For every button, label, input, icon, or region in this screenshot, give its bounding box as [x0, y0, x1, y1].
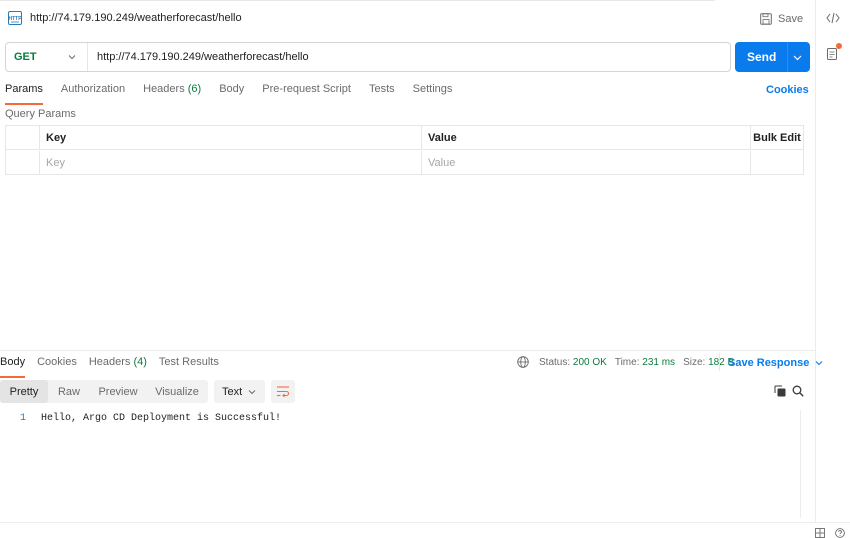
response-divider[interactable]	[0, 350, 815, 351]
status-value: 200 OK	[572, 357, 607, 368]
top-divider	[0, 0, 715, 1]
notification-dot	[836, 43, 842, 49]
key-input[interactable]: Key	[40, 151, 422, 175]
chevron-down-icon	[248, 390, 256, 395]
response-body-line: Hello, Argo CD Deployment is Successful!	[41, 413, 282, 424]
search-icon[interactable]	[792, 385, 804, 397]
format-label: Text	[222, 385, 243, 398]
tab-params[interactable]: Params	[5, 83, 43, 105]
layout-grid-icon[interactable]	[815, 527, 825, 538]
row-actions	[751, 151, 803, 175]
view-visualize[interactable]: Visualize	[146, 380, 208, 403]
response-tab-cookies[interactable]: Cookies	[37, 356, 77, 376]
request-tabs: Params Authorization Headers (6) Body Pr…	[5, 83, 470, 105]
method-label: GET	[14, 51, 37, 63]
response-view-toggle: Pretty Raw Preview Visualize	[0, 380, 208, 403]
line-number: 1	[20, 413, 27, 424]
url-bar: GET	[5, 42, 731, 72]
cookies-link[interactable]: Cookies	[766, 84, 809, 96]
view-pretty[interactable]: Pretty	[0, 380, 48, 403]
send-divider	[787, 42, 788, 72]
help-icon[interactable]	[835, 527, 845, 538]
save-button[interactable]: Save	[760, 11, 803, 27]
tab-pre-request-script[interactable]: Pre-request Script	[262, 83, 351, 103]
globe-icon[interactable]	[517, 356, 529, 368]
right-sidebar-divider	[815, 0, 816, 522]
method-select[interactable]: GET	[6, 43, 88, 71]
value-column-header: Value	[422, 126, 751, 150]
response-tab-headers[interactable]: Headers (4)	[89, 356, 147, 376]
save-response-divider	[719, 353, 720, 371]
tab-authorization[interactable]: Authorization	[61, 83, 125, 103]
format-select[interactable]: Text	[214, 380, 265, 403]
tab-body[interactable]: Body	[219, 83, 244, 103]
size-info[interactable]: Size: 182 B	[683, 357, 734, 368]
response-tabs: Body Cookies Headers (4) Test Results	[0, 356, 231, 378]
wrap-lines-button[interactable]	[271, 380, 295, 403]
wrap-lines-icon	[277, 386, 290, 398]
response-scrollbar[interactable]	[800, 410, 801, 518]
tab-tests[interactable]: Tests	[369, 83, 395, 103]
chevron-down-icon[interactable]	[793, 53, 802, 62]
bulk-edit-button[interactable]: Bulk Edit	[751, 126, 803, 150]
table-row: Key Value	[6, 151, 803, 175]
status-info[interactable]: Status: 200 OK	[539, 357, 607, 368]
time-value: 231 ms	[642, 357, 676, 368]
send-button[interactable]: Send	[735, 42, 810, 72]
copy-icon[interactable]	[774, 385, 786, 397]
save-label: Save	[778, 13, 804, 25]
row-checkbox[interactable]	[6, 151, 40, 175]
save-response-label: Save Response	[728, 357, 810, 369]
save-response-button[interactable]: Save Response	[728, 357, 823, 369]
svg-text:HTTP: HTTP	[8, 16, 22, 22]
request-title[interactable]: http://74.179.190.249/weatherforecast/he…	[30, 12, 242, 24]
status-bar-divider	[0, 522, 850, 523]
tab-headers[interactable]: Headers (6)	[143, 83, 201, 103]
response-meta: Status: 200 OK Time: 231 ms Size: 182 B	[539, 357, 734, 368]
headers-count: (6)	[187, 83, 202, 95]
url-input[interactable]	[97, 43, 717, 71]
checkbox-column-header	[6, 126, 40, 150]
query-params-label: Query Params	[5, 108, 76, 120]
key-column-header: Key	[40, 126, 422, 150]
time-info[interactable]: Time: 231 ms	[615, 357, 675, 368]
save-icon	[760, 13, 772, 25]
code-icon[interactable]	[826, 12, 840, 24]
response-tab-body[interactable]: Body	[0, 356, 26, 378]
query-params-table: Key Value Bulk Edit Key Value	[5, 125, 804, 175]
http-file-icon: HTTP	[8, 11, 22, 25]
view-preview[interactable]: Preview	[90, 380, 146, 403]
value-input[interactable]: Value	[422, 151, 751, 175]
send-label: Send	[747, 50, 777, 64]
response-tab-test-results[interactable]: Test Results	[159, 356, 219, 376]
chevron-down-icon	[68, 55, 76, 60]
tab-settings[interactable]: Settings	[413, 83, 453, 103]
table-header-row: Key Value Bulk Edit	[6, 126, 803, 150]
response-headers-count: (4)	[133, 356, 147, 368]
chevron-down-icon	[815, 361, 823, 366]
view-raw[interactable]: Raw	[48, 380, 90, 403]
